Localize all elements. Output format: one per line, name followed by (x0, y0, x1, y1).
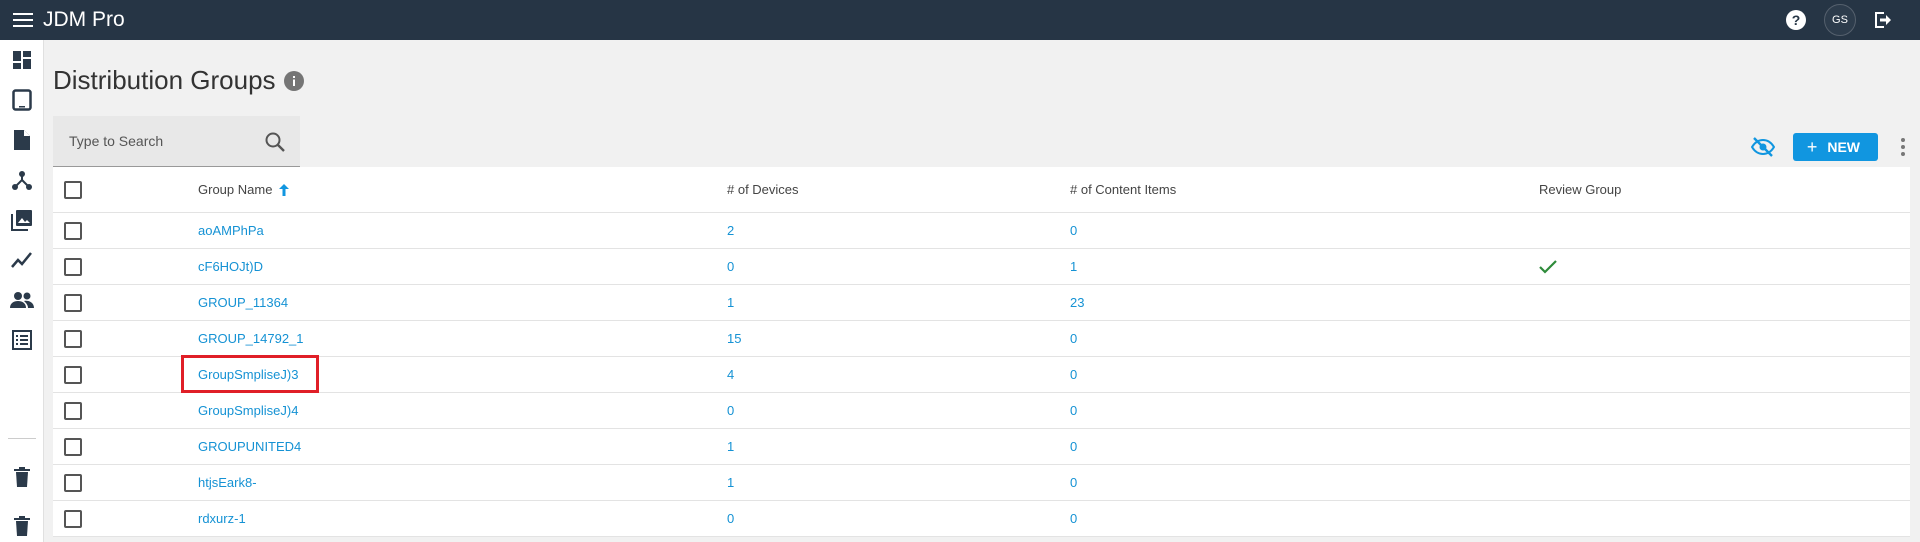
menu-icon[interactable] (9, 6, 37, 34)
table-row[interactable]: htjsEark8- 1 0 (53, 465, 1910, 501)
device-count-link[interactable]: 15 (727, 331, 741, 346)
content-count-link[interactable]: 0 (1070, 511, 1077, 526)
table-row[interactable]: cF6HOJt)D 0 1 (53, 249, 1910, 285)
column-header-devices[interactable]: # of Devices (727, 167, 799, 212)
sidebar-item-distribution[interactable] (0, 160, 44, 200)
groups-table: Group Name # of Devices # of Content Ite… (53, 167, 1910, 537)
user-avatar[interactable]: GS (1824, 4, 1856, 36)
device-count-link[interactable]: 4 (727, 367, 734, 382)
row-checkbox[interactable] (64, 437, 82, 456)
table-header: Group Name # of Devices # of Content Ite… (53, 167, 1910, 213)
group-name-link[interactable]: aoAMPhPa (198, 223, 264, 238)
sidebar-item-trash-2[interactable] (0, 506, 44, 542)
group-name-link[interactable]: GROUPUNITED4 (198, 439, 301, 454)
checkmark-icon (1539, 259, 1557, 274)
row-checkbox[interactable] (64, 473, 82, 492)
row-checkbox[interactable] (64, 401, 82, 420)
svg-text:?: ? (1792, 12, 1801, 28)
device-count-link[interactable]: 1 (727, 439, 734, 454)
row-checkbox[interactable] (64, 329, 82, 348)
new-group-button[interactable]: + NEW (1792, 133, 1878, 161)
hierarchy-icon (12, 171, 32, 190)
plus-icon: + (1806, 137, 1818, 157)
device-count-link[interactable]: 0 (727, 403, 734, 418)
device-count-link[interactable]: 0 (727, 259, 734, 274)
sidebar-item-dashboard[interactable] (0, 40, 44, 80)
group-name-link[interactable]: GroupSmpliseJ)4 (198, 403, 298, 418)
search-icon[interactable] (264, 131, 286, 153)
column-header-group-name[interactable]: Group Name (198, 167, 290, 212)
search-box (53, 116, 300, 167)
table-body: aoAMPhPa 2 0 cF6HOJt)D 0 1 GROUP_11364 1 23 GROUP… (53, 213, 1910, 537)
column-header-content-items[interactable]: # of Content Items (1070, 167, 1176, 212)
device-count-link[interactable]: 2 (727, 223, 734, 238)
content-count-link[interactable]: 0 (1070, 331, 1077, 346)
content-count-link[interactable]: 0 (1070, 439, 1077, 454)
select-all-checkbox[interactable] (64, 180, 82, 199)
content-count-link[interactable]: 23 (1070, 295, 1084, 310)
dashboard-icon (13, 51, 31, 69)
trash-icon (14, 467, 30, 487)
app-title: JDM Pro (43, 8, 125, 31)
sidebar-item-analytics[interactable] (0, 240, 44, 280)
sidebar-item-users[interactable] (0, 280, 44, 320)
image-library-icon (11, 210, 32, 231)
sidebar-item-media[interactable] (0, 200, 44, 240)
sidebar-item-content[interactable] (0, 120, 44, 160)
row-checkbox[interactable] (64, 257, 82, 276)
page-title: Distribution Groups (53, 65, 276, 95)
group-name-link[interactable]: htjsEark8- (198, 475, 257, 490)
sidebar (0, 40, 44, 542)
device-count-link[interactable]: 1 (727, 295, 734, 310)
content-count-link[interactable]: 1 (1070, 259, 1077, 274)
device-count-link[interactable]: 0 (727, 511, 734, 526)
users-icon (10, 292, 34, 308)
table-row[interactable]: rdxurz-1 0 0 (53, 501, 1910, 537)
list-icon (12, 330, 32, 350)
table-row[interactable]: GROUPUNITED4 1 0 (53, 429, 1910, 465)
group-name-link[interactable]: rdxurz-1 (198, 511, 246, 526)
content-count-link[interactable]: 0 (1070, 223, 1077, 238)
row-checkbox[interactable] (64, 509, 82, 528)
search-input[interactable] (69, 133, 249, 149)
content-count-link[interactable]: 0 (1070, 475, 1077, 490)
help-icon[interactable]: ? (1782, 6, 1810, 34)
more-options-icon[interactable] (1888, 132, 1918, 162)
row-checkbox[interactable] (64, 293, 82, 312)
table-row[interactable]: GroupSmpliseJ)3 4 0 (53, 355, 1910, 393)
row-checkbox[interactable] (64, 221, 82, 240)
new-button-label: NEW (1827, 139, 1860, 155)
logout-icon[interactable] (1870, 6, 1898, 34)
device-count-link[interactable]: 1 (727, 475, 734, 490)
group-name-link[interactable]: GROUP_11364 (198, 295, 288, 310)
row-checkbox[interactable] (64, 365, 82, 384)
sidebar-divider (8, 438, 36, 439)
info-icon[interactable] (283, 70, 304, 91)
tablet-icon (12, 89, 32, 111)
table-row[interactable]: GroupSmpliseJ)4 0 0 (53, 393, 1910, 429)
group-name-link[interactable]: GroupSmpliseJ)3 (198, 367, 298, 382)
document-icon (14, 130, 30, 150)
sidebar-item-trash[interactable] (0, 457, 44, 497)
analytics-icon (11, 252, 32, 268)
table-row[interactable]: GROUP_11364 1 23 (53, 285, 1910, 321)
content-count-link[interactable]: 0 (1070, 367, 1077, 382)
main-content: Distribution Groups + NEW Group Name (53, 40, 1920, 542)
sidebar-item-devices[interactable] (0, 80, 44, 120)
content-count-link[interactable]: 0 (1070, 403, 1077, 418)
top-bar: JDM Pro ? GS (0, 0, 1920, 40)
sidebar-item-reports[interactable] (0, 320, 44, 360)
sort-ascending-icon[interactable] (278, 183, 290, 197)
table-row[interactable]: aoAMPhPa 2 0 (53, 213, 1910, 249)
column-header-review-group[interactable]: Review Group (1539, 167, 1621, 212)
table-row[interactable]: GROUP_14792_1 15 0 (53, 321, 1910, 357)
visibility-off-icon[interactable] (1748, 132, 1778, 162)
group-name-link[interactable]: cF6HOJt)D (198, 259, 263, 274)
trash-icon (14, 516, 30, 536)
table-toolbar: + NEW (1748, 132, 1920, 162)
group-name-link[interactable]: GROUP_14792_1 (198, 331, 304, 346)
